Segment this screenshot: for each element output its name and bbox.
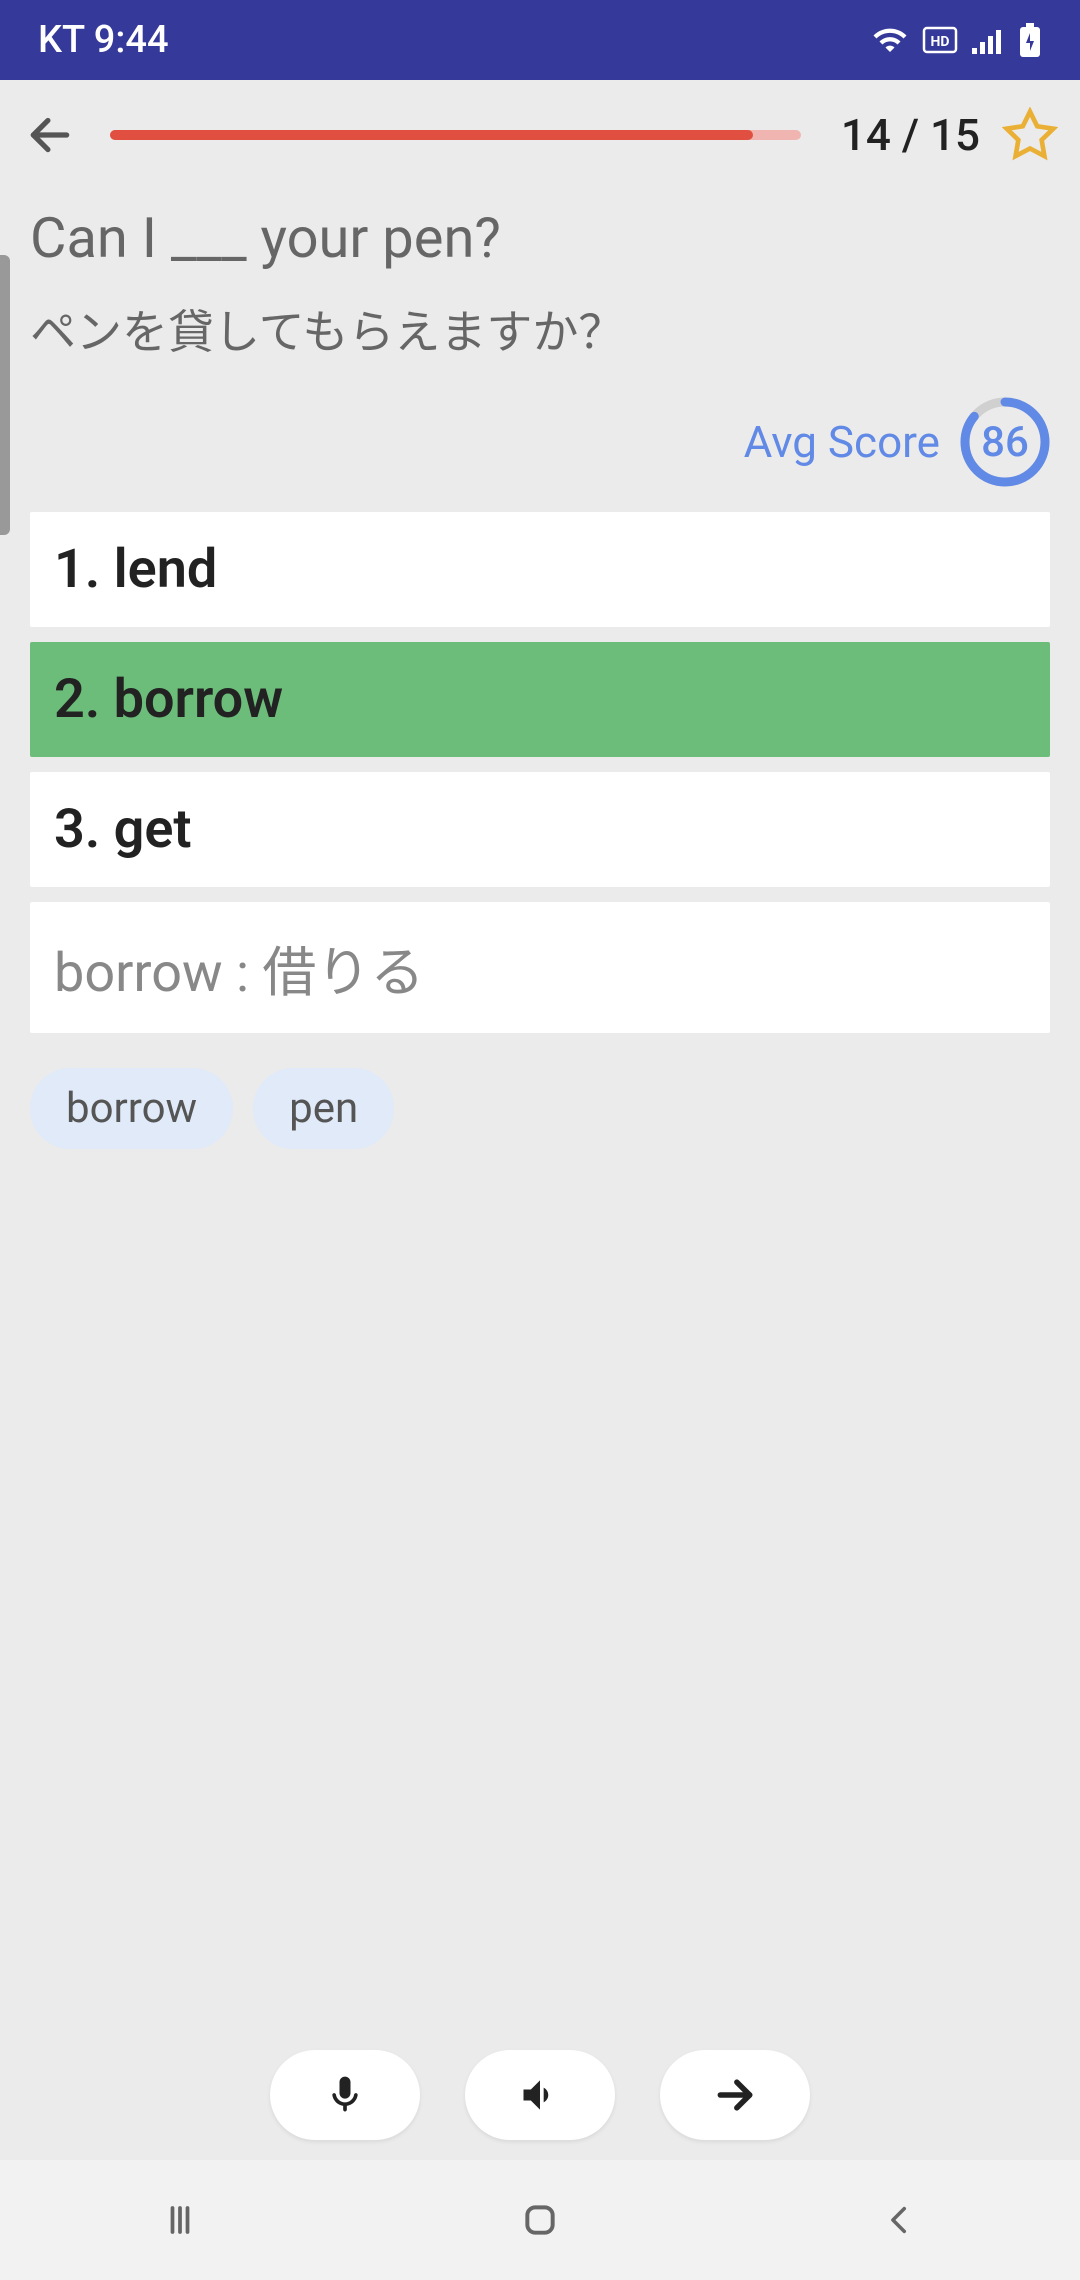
option-3-text: get <box>114 798 192 861</box>
recents-button[interactable] <box>120 2190 240 2250</box>
hd-icon: HD <box>922 26 958 54</box>
options-list: 1. lend 2. borrow 3. get borrow : 借りる <box>0 512 1080 1033</box>
question-japanese: ペンを貸してもらえますか？ <box>30 296 1050 362</box>
side-handle[interactable] <box>0 255 10 535</box>
definition-box: borrow : 借りる <box>30 902 1050 1033</box>
question-area: Can I ___ your pen? ペンを貸してもらえますか？ <box>0 190 1080 362</box>
option-3[interactable]: 3. get <box>30 772 1050 887</box>
back-nav-button[interactable] <box>840 2190 960 2250</box>
word-chips: borrow pen <box>0 1068 1080 1149</box>
carrier-time: KT 9:44 <box>38 18 169 62</box>
option-3-num: 3. <box>54 798 100 861</box>
status-icons: HD <box>872 22 1042 58</box>
next-button[interactable] <box>660 2050 810 2140</box>
score-value: 86 <box>981 418 1029 467</box>
option-1-num: 1. <box>54 538 100 601</box>
score-row: Avg Score 86 <box>0 397 1080 487</box>
score-label: Avg Score <box>744 416 940 468</box>
question-english: Can I ___ your pen? <box>30 205 1050 271</box>
battery-icon <box>1018 23 1042 57</box>
option-2[interactable]: 2. borrow <box>30 642 1050 757</box>
option-2-text: borrow <box>114 668 283 731</box>
home-button[interactable] <box>480 2190 600 2250</box>
progress-count: 14 / 15 <box>841 109 980 161</box>
option-2-num: 2. <box>54 668 100 731</box>
chip-pen[interactable]: pen <box>253 1068 394 1149</box>
status-bar: KT 9:44 HD <box>0 0 1080 80</box>
score-circle: 86 <box>960 397 1050 487</box>
wifi-icon <box>872 22 908 58</box>
signal-icon <box>972 26 1004 54</box>
android-nav-bar <box>0 2160 1080 2280</box>
progress-fill <box>110 130 753 140</box>
progress-bar <box>110 130 801 140</box>
bottom-controls <box>0 2050 1080 2140</box>
favorite-button[interactable] <box>1000 105 1060 165</box>
chip-borrow[interactable]: borrow <box>30 1068 233 1149</box>
svg-text:HD: HD <box>931 34 950 50</box>
option-1-text: lend <box>114 538 218 601</box>
speaker-button[interactable] <box>465 2050 615 2140</box>
option-1[interactable]: 1. lend <box>30 512 1050 627</box>
mic-button[interactable] <box>270 2050 420 2140</box>
back-button[interactable] <box>20 105 80 165</box>
header: 14 / 15 <box>0 80 1080 190</box>
